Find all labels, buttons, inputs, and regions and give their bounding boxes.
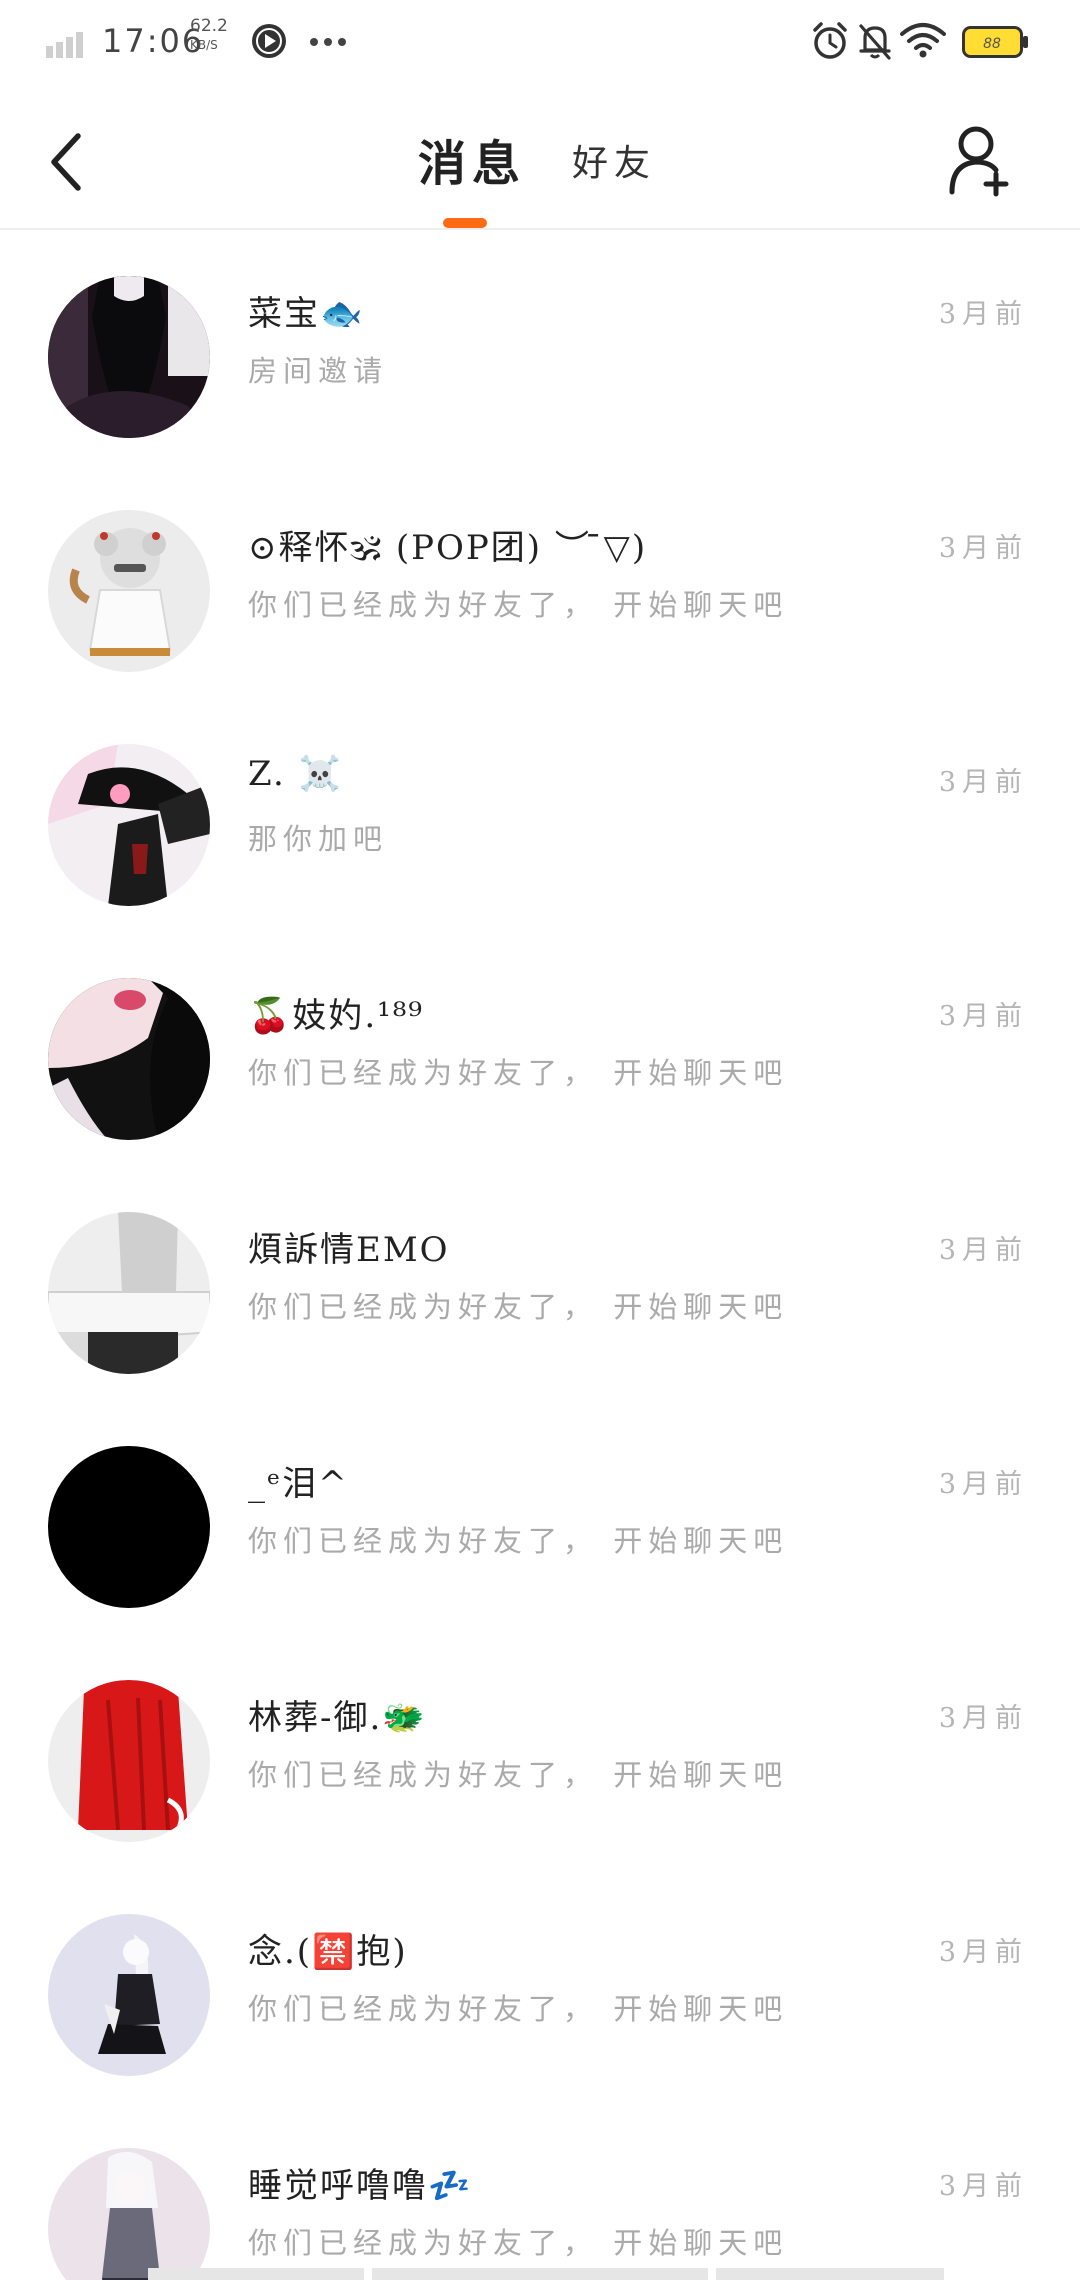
add-friend-button[interactable] [946, 122, 1016, 198]
bottom-edge-segment [372, 2268, 708, 2280]
wifi-icon [900, 23, 946, 58]
contact-name: 菜宝🐟 [248, 294, 365, 334]
message-time: 3月前 [938, 1235, 1028, 1266]
avatar [48, 978, 210, 1140]
active-tab-indicator [443, 218, 487, 228]
contact-name: _ᵉ泪^ [248, 1464, 349, 1504]
message-time: 3月前 [938, 1001, 1028, 1032]
last-message: 那你加吧 [248, 822, 389, 856]
message-time: 3月前 [938, 1703, 1028, 1734]
last-message: 你们已经成为好友了， 开始聊天吧 [248, 1056, 789, 1090]
message-time: 3月前 [938, 299, 1028, 330]
network-speed: 62.2 KB/S [190, 16, 240, 52]
conversation-item[interactable]: ⊙释怀🕉 (POP团) ︶ ̄▽) 你们已经成为好友了， 开始聊天吧 3月前 [0, 464, 1080, 698]
battery-level: 88 [983, 36, 1001, 52]
signal-icon [46, 32, 83, 58]
network-speed-value: 62.2 [190, 16, 228, 36]
last-message: 房间邀请 [248, 354, 389, 388]
last-message: 你们已经成为好友了， 开始聊天吧 [248, 1290, 789, 1324]
message-time: 3月前 [938, 533, 1028, 564]
contact-name: 🍒妓妁.¹⁸⁹ [248, 996, 425, 1036]
conversation-item[interactable]: _ᵉ泪^ 你们已经成为好友了， 开始聊天吧 3月前 [0, 1400, 1080, 1634]
avatar [48, 1446, 210, 1608]
last-message: 你们已经成为好友了， 开始聊天吧 [248, 588, 789, 622]
conversation-item[interactable]: 🍒妓妁.¹⁸⁹ 你们已经成为好友了， 开始聊天吧 3月前 [0, 932, 1080, 1166]
conversation-item[interactable]: 睡觉呼噜噜💤 你们已经成为好友了， 开始聊天吧 3月前 [0, 2102, 1080, 2280]
messages-screen: 17:06 62.2 KB/S 88 消息 好友 菜宝🐟 房间邀请 3月前 ⊙释… [0, 0, 1080, 2280]
contact-name: Z. ☠️ [248, 754, 343, 794]
message-time: 3月前 [938, 1469, 1028, 1500]
network-speed-unit: KB/S [190, 38, 218, 52]
avatar [48, 1212, 210, 1374]
more-horizontal-icon [310, 38, 346, 46]
play-icon [252, 24, 286, 58]
conversation-item[interactable]: 林葬-御.🐲 你们已经成为好友了， 开始聊天吧 3月前 [0, 1634, 1080, 1868]
bottom-edge-segment [716, 2268, 944, 2280]
contact-name: ⊙释怀🕉 (POP团) ︶ ̄▽) [248, 528, 648, 568]
status-bar: 17:06 62.2 KB/S 88 [0, 0, 1080, 86]
message-time: 3月前 [938, 2171, 1028, 2202]
last-message: 你们已经成为好友了， 开始聊天吧 [248, 1992, 789, 2026]
contact-name: 煩訴情EMO [248, 1230, 450, 1270]
message-time: 3月前 [938, 1937, 1028, 1968]
add-user-icon [949, 126, 1009, 197]
back-button[interactable] [40, 122, 100, 202]
conversation-item[interactable]: Z. ☠️ 那你加吧 3月前 [0, 698, 1080, 932]
avatar [48, 2148, 210, 2280]
last-message: 你们已经成为好友了， 开始聊天吧 [248, 1758, 789, 1792]
message-time: 3月前 [938, 767, 1028, 798]
contact-name: 林葬-御.🐲 [248, 1698, 427, 1738]
chevron-left-icon [51, 133, 81, 191]
avatar [48, 1914, 210, 2076]
conversation-item[interactable]: 念.(🈲抱) 你们已经成为好友了， 开始聊天吧 3月前 [0, 1868, 1080, 2102]
avatar [48, 276, 210, 438]
contact-name: 念.(🈲抱) [248, 1932, 408, 1972]
status-time: 17:06 [102, 22, 205, 60]
bottom-edge-segment [148, 2268, 364, 2280]
nav-bar: 消息 好友 [0, 86, 1080, 230]
avatar [48, 744, 210, 906]
tab-messages[interactable]: 消息 [418, 124, 526, 194]
alarm-icon [813, 22, 847, 59]
bell-off-icon [859, 24, 891, 60]
conversation-list: 菜宝🐟 房间邀请 3月前 ⊙释怀🕉 (POP团) ︶ ̄▽) 你们已经成为好友了… [0, 230, 1080, 2280]
tab-friends[interactable]: 好友 [572, 134, 656, 186]
conversation-item[interactable]: 煩訴情EMO 你们已经成为好友了， 开始聊天吧 3月前 [0, 1166, 1080, 1400]
battery-icon: 88 [962, 26, 1028, 58]
avatar [48, 510, 210, 672]
avatar [48, 1680, 210, 1842]
last-message: 你们已经成为好友了， 开始聊天吧 [248, 1524, 789, 1558]
last-message: 你们已经成为好友了， 开始聊天吧 [248, 2226, 789, 2260]
contact-name: 睡觉呼噜噜💤 [248, 2166, 473, 2206]
conversation-item[interactable]: 菜宝🐟 房间邀请 3月前 [0, 230, 1080, 464]
